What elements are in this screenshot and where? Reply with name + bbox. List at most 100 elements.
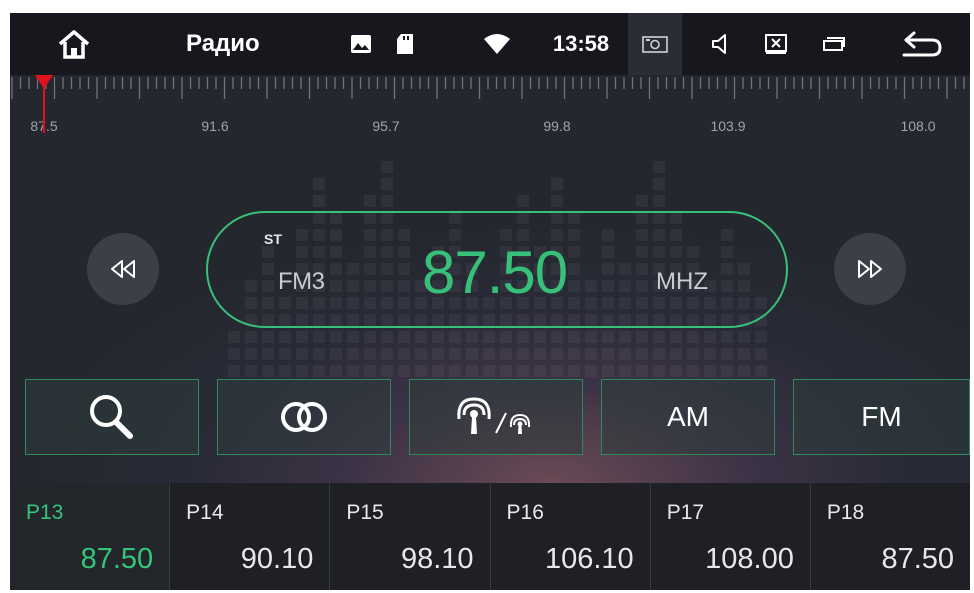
- eq-cell: [602, 331, 614, 343]
- eq-cell: [330, 348, 342, 360]
- seek-forward-button[interactable]: [834, 233, 906, 305]
- eq-cell: [602, 348, 614, 360]
- eq-cell: [313, 365, 325, 377]
- eq-cell: [568, 365, 580, 377]
- dial-label: 108.0: [900, 118, 936, 134]
- eq-cell: [381, 331, 393, 343]
- wifi-icon: [480, 13, 514, 75]
- preset-name: P14: [186, 501, 224, 524]
- close-window-icon[interactable]: [758, 13, 794, 75]
- eq-cell: [449, 331, 461, 343]
- am-band-button[interactable]: AM: [601, 379, 775, 455]
- dial-label: 99.8: [543, 118, 571, 134]
- eq-cell: [619, 348, 631, 360]
- volume-icon[interactable]: [702, 13, 738, 75]
- eq-cell: [738, 331, 750, 343]
- preset-p18[interactable]: P18 87.50: [810, 483, 970, 590]
- eq-cell: [347, 331, 359, 343]
- eq-cell: [330, 331, 342, 343]
- eq-cell: [296, 365, 308, 377]
- eq-cell: [500, 365, 512, 377]
- eq-cell: [687, 365, 699, 377]
- window-icon[interactable]: [816, 13, 852, 75]
- eq-cell: [313, 348, 325, 360]
- eq-cell: [585, 365, 597, 377]
- dial-scale: [11, 77, 965, 99]
- eq-cell: [687, 348, 699, 360]
- eq-cell: [296, 331, 308, 343]
- eq-cell: [534, 348, 546, 360]
- dial-label: 95.7: [372, 118, 400, 134]
- frequency-dial[interactable]: 87.5 91.6 95.7 99.8 103.9 108.0: [10, 75, 970, 165]
- eq-cell: [449, 348, 461, 360]
- seek-back-button[interactable]: [87, 233, 159, 305]
- eq-cell: [619, 331, 631, 343]
- eq-cell: [568, 331, 580, 343]
- stereo-toggle-button[interactable]: [217, 379, 391, 455]
- fast-forward-icon: [858, 260, 882, 278]
- current-frequency: 87.50: [422, 239, 568, 306]
- preset-p17[interactable]: P17 108.00: [650, 483, 811, 590]
- eq-cell: [398, 331, 410, 343]
- rewind-icon: [111, 260, 135, 278]
- eq-cell: [670, 365, 682, 377]
- eq-cell: [670, 348, 682, 360]
- eq-cell: [687, 331, 699, 343]
- preset-name: P13: [26, 501, 64, 524]
- eq-cell: [432, 348, 444, 360]
- preset-p16[interactable]: P16 106.10: [490, 483, 651, 590]
- eq-cell: [262, 365, 274, 377]
- camera-icon[interactable]: [628, 13, 682, 75]
- eq-cell: [721, 365, 733, 377]
- preset-p15[interactable]: P15 98.10: [330, 483, 491, 590]
- eq-cell: [517, 365, 529, 377]
- sd-card-icon: [392, 13, 418, 75]
- eq-cell: [262, 348, 274, 360]
- eq-cell: [653, 331, 665, 343]
- eq-cell: [279, 348, 291, 360]
- eq-cell: [347, 365, 359, 377]
- fm-band-button[interactable]: FM: [793, 379, 970, 455]
- eq-cell: [534, 365, 546, 377]
- eq-cell: [381, 365, 393, 377]
- eq-cell: [364, 195, 376, 207]
- eq-cell: [755, 348, 767, 360]
- preset-p13[interactable]: P13 87.50: [10, 483, 171, 590]
- eq-cell: [602, 365, 614, 377]
- back-icon[interactable]: [892, 13, 952, 75]
- eq-cell: [347, 348, 359, 360]
- preset-frequency: 87.50: [881, 543, 955, 575]
- preset-p14[interactable]: P14 90.10: [170, 483, 331, 590]
- eq-cell: [466, 331, 478, 343]
- preset-name: P17: [666, 501, 705, 524]
- gallery-icon: [346, 13, 376, 75]
- search-button[interactable]: [25, 379, 199, 455]
- eq-cell: [721, 331, 733, 343]
- eq-cell: [381, 348, 393, 360]
- eq-cell: [517, 331, 529, 343]
- eq-cell: [364, 348, 376, 360]
- eq-cell: [313, 331, 325, 343]
- eq-cell: [466, 365, 478, 377]
- eq-cell: [245, 365, 257, 377]
- tuning-needle-head: [35, 75, 53, 89]
- eq-cell: [483, 348, 495, 360]
- eq-cell: [296, 348, 308, 360]
- preset-frequency: 108.00: [705, 543, 794, 575]
- eq-cell: [449, 365, 461, 377]
- eq-cell: [551, 195, 563, 207]
- eq-cell: [245, 348, 257, 360]
- eq-cell: [551, 365, 563, 377]
- home-icon[interactable]: [46, 13, 102, 75]
- eq-cell: [653, 365, 665, 377]
- eq-cell: [228, 331, 240, 343]
- eq-cell: [585, 331, 597, 343]
- eq-cell: [279, 365, 291, 377]
- eq-cell: [466, 348, 478, 360]
- eq-cell: [228, 365, 240, 377]
- dial-label: 103.9: [710, 118, 746, 134]
- dial-label: 91.6: [201, 118, 229, 134]
- eq-cell: [670, 331, 682, 343]
- local-distance-button[interactable]: [409, 379, 583, 455]
- eq-cell: [653, 178, 665, 190]
